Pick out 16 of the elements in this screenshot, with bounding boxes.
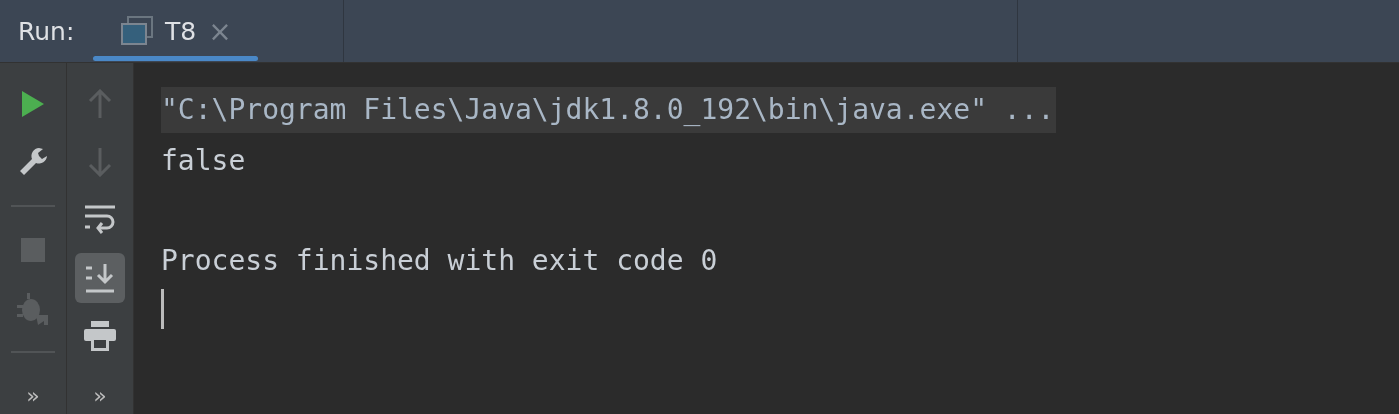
window-icon xyxy=(121,16,153,46)
stop-icon xyxy=(21,238,45,262)
more-button[interactable]: » xyxy=(93,383,107,408)
arrow-down-icon xyxy=(88,147,112,177)
bug-icon xyxy=(16,291,50,325)
run-tab[interactable]: T8 × xyxy=(93,0,258,62)
printer-icon xyxy=(84,320,116,352)
panel-title: Run: xyxy=(18,16,76,46)
output-line: Process finished with exit code 0 xyxy=(161,243,718,277)
more-button[interactable]: » xyxy=(26,383,40,408)
arrow-up-icon xyxy=(88,89,112,119)
output-line: false xyxy=(161,143,246,177)
scroll-to-end-icon xyxy=(85,263,115,293)
wrap-lines-icon xyxy=(84,204,116,236)
toolbar-button[interactable] xyxy=(75,253,125,303)
play-icon xyxy=(20,90,46,118)
